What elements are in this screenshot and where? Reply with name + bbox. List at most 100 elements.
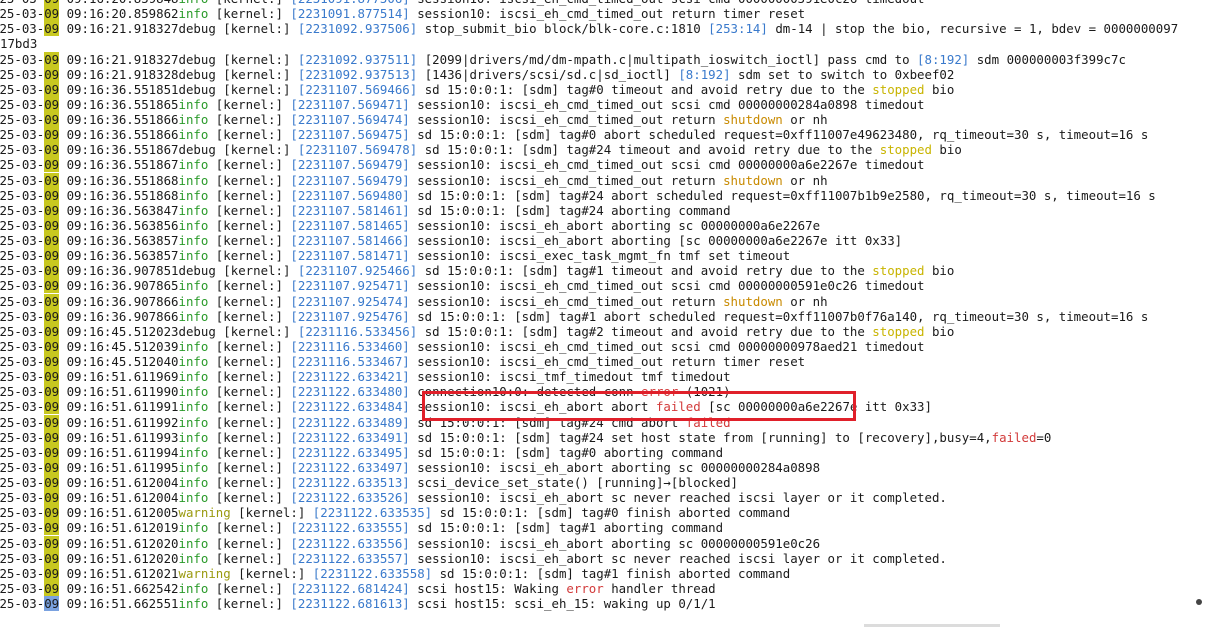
log-line: 025-03-09 09:16:45.512023debug [kernel:]… — [0, 323, 1207, 339]
log-date: 025-03- — [0, 217, 45, 233]
error-highlight-box — [422, 391, 856, 421]
log-kernel-tag: [kernel:] — [208, 127, 291, 143]
log-level: info — [178, 414, 209, 430]
log-line-content: 025-03-09 09:16:36.551866info [kernel:] … — [0, 112, 828, 127]
log-line: 025-03-09 09:16:36.551868info [kernel:] … — [0, 187, 1207, 203]
log-message: sd 15:0:0:1: [sdm] tag#24 abort schedule… — [409, 187, 1156, 203]
log-date: 025-03- — [0, 66, 45, 82]
log-line: 025-03-09 09:16:36.551866info [kernel:] … — [0, 112, 1207, 127]
scroll-indicator[interactable] — [1196, 599, 1202, 605]
log-line: 025-03-09 09:16:36.551866info [kernel:] … — [0, 127, 1207, 143]
log-time: 09:16:51.611995 — [59, 459, 179, 475]
log-level: info — [178, 475, 209, 490]
log-kernel-tag: [kernel:] — [208, 338, 291, 354]
log-date: 025-03- — [0, 384, 45, 400]
log-message: session10: iscsi_eh_abort aborting sc 00… — [409, 459, 821, 475]
log-level: info — [178, 384, 209, 400]
log-time: 09:16:36.551867 — [59, 157, 179, 173]
log-time: 09:16:36.551868 — [59, 187, 179, 203]
log-time: 09:16:51.612004 — [59, 490, 179, 506]
log-line-content: 025-03-09 09:16:36.551851debug [kernel:]… — [0, 81, 954, 97]
log-date: 025-03- — [0, 444, 45, 460]
log-time: 09:16:20.859848 — [59, 0, 179, 6]
log-kernel-timestamp: [2231122.633526] — [290, 490, 410, 506]
log-kernel-timestamp: [2231107.569479] — [290, 157, 410, 173]
log-date: 025-03- — [0, 429, 45, 445]
log-level: info — [178, 354, 209, 369]
log-level: info — [179, 0, 209, 6]
log-line: 025-03-09 09:16:45.512039info [kernel:] … — [0, 338, 1207, 354]
log-level: info — [178, 293, 209, 309]
log-kernel-timestamp: [2231107.569466] — [297, 81, 418, 97]
log-keyword: stopped — [879, 142, 932, 158]
log-time: 09:16:51.611969 — [59, 369, 179, 385]
log-line-content: 025-03-09 09:16:51.662542info [kernel:] … — [0, 580, 716, 596]
log-kernel-tag: [kernel:] — [208, 596, 291, 611]
log-date: 025-03- — [0, 187, 45, 203]
log-date: 025-03- — [0, 338, 45, 354]
log-level: info — [178, 187, 209, 203]
log-time: 09:16:51.611990 — [59, 384, 179, 400]
log-line-content: 025-03-09 09:16:36.563857info [kernel:] … — [0, 248, 790, 264]
log-line: 025-03-09 09:16:45.512040info [kernel:] … — [0, 354, 1207, 369]
log-level: info — [178, 444, 209, 460]
log-date: 025-03- — [0, 21, 45, 37]
log-line: 025-03-09 09:16:51.612019info [kernel:] … — [0, 520, 1207, 536]
log-line-content: 025-03-09 09:16:51.611993info [kernel:] … — [0, 429, 1051, 445]
log-kernel-tag: [kernel:] — [208, 187, 291, 203]
log-time: 09:16:51.612021 — [59, 565, 179, 581]
log-time: 09:16:51.611992 — [59, 414, 179, 430]
log-line-content: 025-03-09 09:16:36.907865info [kernel:] … — [0, 278, 925, 294]
log-line-content: 025-03-09 09:16:51.612020info [kernel:] … — [0, 550, 947, 566]
log-line: 025-03-09 09:16:51.662542info [kernel:] … — [0, 580, 1207, 596]
log-kernel-tag: [kernel:] — [230, 505, 313, 521]
log-line: 025-03-09 09:16:51.611995info [kernel:] … — [0, 459, 1207, 475]
log-level: info — [178, 6, 209, 22]
log-kernel-tag: [kernel:] — [215, 21, 298, 37]
log-time: 09:16:51.662551 — [59, 596, 179, 611]
log-time: 09:16:20.859862 — [59, 6, 179, 22]
log-time: 09:16:51.612020 — [59, 550, 179, 566]
log-date-day-highlight: 09 — [44, 565, 60, 581]
log-level: info — [178, 550, 209, 566]
log-message: session10: iscsi_eh_abort sc never reach… — [409, 550, 947, 566]
log-kernel-tag: [kernel:] — [208, 369, 291, 385]
log-line-content: 025-03-09 09:16:21.918327debug [kernel:]… — [0, 51, 1126, 67]
log-date: 025-03- — [0, 157, 45, 173]
log-message: session10: iscsi_eh_cmd_timed_out return — [409, 293, 724, 309]
log-date: 025-03- — [0, 0, 44, 6]
log-line: 025-03-09 09:16:51.612020info [kernel:] … — [0, 535, 1207, 551]
log-level: info — [178, 429, 209, 445]
log-kernel-timestamp: [2231122.681613] — [290, 596, 410, 611]
log-date: 025-03- — [0, 414, 45, 430]
log-line-content: 025-03-09 09:16:36.551867debug [kernel:]… — [0, 142, 962, 158]
log-line-content: 025-03-09 09:16:36.563856info [kernel:] … — [0, 217, 820, 233]
log-time: 09:16:36.551868 — [59, 172, 179, 188]
log-kernel-tag: [kernel:] — [208, 384, 291, 400]
log-message: bio — [931, 142, 962, 158]
terminal-log[interactable]: 025-03-09 09:16:20.859848info [kernel:] … — [0, 0, 1207, 611]
log-kernel-timestamp: [2231107.925466] — [297, 263, 418, 279]
log-kernel-tag: [kernel:] — [208, 0, 290, 6]
log-level: info — [178, 308, 209, 324]
log-kernel-tag: [kernel:] — [208, 96, 291, 112]
log-level: info — [178, 520, 209, 536]
log-date-day-highlight: 09 — [44, 354, 60, 369]
log-kernel-tag: [kernel:] — [208, 535, 291, 551]
log-date: 025-03- — [0, 81, 45, 97]
log-line-content: 025-03-09 09:16:51.612020info [kernel:] … — [0, 535, 820, 551]
log-message: session10: iscsi_eh_cmd_timed_out scsi c… — [409, 157, 925, 173]
log-date: 025-03- — [0, 233, 45, 248]
log-line: 025-03-09 09:16:36.907865info [kernel:] … — [0, 278, 1207, 294]
log-date-day-highlight: 09 — [44, 338, 60, 354]
log-keyword: [253:14] — [708, 21, 768, 37]
log-time: 09:16:36.563857 — [59, 248, 179, 264]
log-line-content: 025-03-09 09:16:36.563847info [kernel:] … — [0, 202, 731, 218]
log-date-day-highlight: 09 — [44, 127, 60, 143]
log-line: 025-03-09 09:16:51.611969info [kernel:] … — [0, 369, 1207, 385]
log-kernel-timestamp: [2231116.533460] — [290, 338, 410, 354]
log-keyword: shutdown — [723, 112, 783, 127]
log-line: 025-03-09 09:16:51.612021warning [kernel… — [0, 565, 1207, 581]
bottom-scrollbar[interactable] — [864, 624, 1000, 627]
log-message: sdm set to switch to 0xbeef02 — [730, 66, 955, 82]
